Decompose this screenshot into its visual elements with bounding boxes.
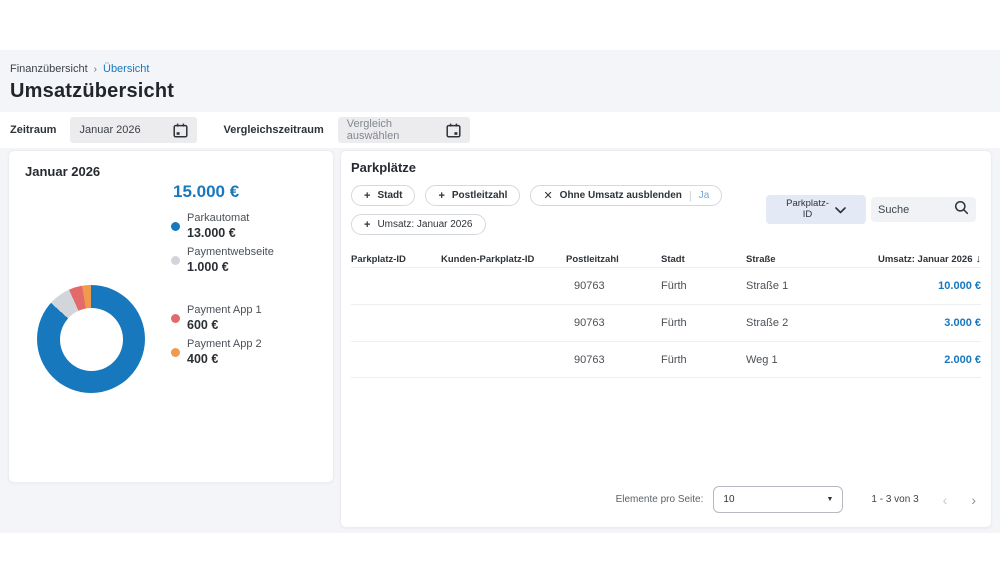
chip-divider: |: [689, 190, 692, 202]
parkplatz-id-dropdown[interactable]: Parkplatz- ID: [766, 195, 866, 224]
vergleichszeitraum-label: Vergleichszeitraum: [223, 124, 323, 136]
page-size-label: Elemente pro Seite:: [616, 494, 704, 505]
filter-chips: + Stadt + Postleitzahl ✕ Ohne Umsatz aus…: [351, 185, 771, 235]
previous-page-icon[interactable]: ‹: [943, 493, 948, 507]
table-header-row: Parkplatz-ID Kunden-Parkplatz-ID Postlei…: [351, 251, 981, 267]
legend-value: 1.000 €: [187, 259, 274, 275]
legend-dot-icon: [171, 314, 180, 323]
pagination: Elemente pro Seite: 10 ▼ 1 - 3 von 3 ‹ ›: [616, 486, 976, 513]
chip-state-value: Ja: [699, 190, 710, 201]
col-header-strasse[interactable]: Straße: [746, 254, 831, 265]
chip-add-stadt[interactable]: + Stadt: [351, 185, 415, 206]
legend-label: Payment App 1: [187, 303, 274, 317]
chip-label: Umsatz: Januar 2026: [377, 219, 472, 230]
legend-item-paymentwebseite: Paymentwebseite 1.000 €: [171, 245, 274, 275]
legend-dot-icon: [171, 222, 180, 231]
caret-down-icon: ▼: [826, 496, 833, 503]
chevron-down-icon: [835, 201, 846, 219]
legend-value: 400 €: [187, 351, 274, 367]
legend-label: Parkautomat: [187, 211, 274, 225]
table-row[interactable]: 90763 Fürth Weg 1 2.000 €: [351, 341, 981, 378]
cell-umsatz: 3.000 €: [831, 317, 981, 329]
calendar-icon: [173, 123, 188, 138]
legend-dot-icon: [171, 256, 180, 265]
table-controls: Parkplatz- ID: [766, 195, 976, 224]
legend-label: Payment App 2: [187, 337, 274, 351]
chip-label: Stadt: [377, 190, 402, 201]
cell-postleitzahl: 90763: [566, 280, 661, 292]
cell-postleitzahl: 90763: [566, 354, 661, 366]
plus-icon: +: [364, 190, 370, 202]
plus-icon: +: [364, 219, 370, 231]
page-size-select[interactable]: 10 ▼: [713, 486, 843, 513]
table-row[interactable]: 90763 Fürth Straße 2 3.000 €: [351, 304, 981, 341]
col-header-parkplatz-id[interactable]: Parkplatz-ID: [351, 254, 441, 265]
parkplaetze-card: Parkplätze + Stadt + Postleitzahl ✕ Ohne…: [340, 150, 992, 528]
content-area: Finanzübersicht › Übersicht Umsatzübersi…: [0, 50, 1000, 533]
chip-ohne-umsatz-ausblenden[interactable]: ✕ Ohne Umsatz ausblenden | Ja: [530, 185, 722, 206]
page-size-value: 10: [723, 494, 734, 505]
dropdown-label-line1: Parkplatz-: [786, 199, 829, 210]
parkplaetze-title: Parkplätze: [351, 160, 416, 175]
chip-add-postleitzahl[interactable]: + Postleitzahl: [425, 185, 520, 206]
zeitraum-date-picker[interactable]: Januar 2026: [70, 117, 197, 143]
page-title: Umsatzübersicht: [10, 80, 990, 103]
col-header-umsatz[interactable]: Umsatz: Januar 2026 ↓: [831, 253, 981, 265]
legend-value: 600 €: [187, 317, 274, 333]
page-header: Finanzübersicht › Übersicht Umsatzübersi…: [0, 50, 1000, 103]
plus-icon: +: [438, 190, 444, 202]
summary-total-value: 15.000 €: [173, 182, 239, 202]
zeitraum-value: Januar 2026: [79, 124, 140, 136]
cell-postleitzahl: 90763: [566, 317, 661, 329]
legend-item-payment-app-1: Payment App 1 600 €: [171, 303, 274, 333]
cell-stadt: Fürth: [661, 280, 746, 292]
sort-desc-icon[interactable]: ↓: [976, 253, 982, 265]
col-header-postleitzahl[interactable]: Postleitzahl: [566, 254, 661, 265]
cell-strasse: Straße 1: [746, 280, 831, 292]
calendar-icon: [446, 123, 461, 138]
legend-item-parkautomat: Parkautomat 13.000 €: [171, 211, 274, 241]
summary-period-title: Januar 2026: [25, 164, 100, 179]
cell-umsatz: 2.000 €: [831, 354, 981, 366]
search-box: [871, 197, 976, 222]
chip-add-umsatz-zeitraum[interactable]: + Umsatz: Januar 2026: [351, 214, 486, 235]
cell-strasse: Weg 1: [746, 354, 831, 366]
chip-label: Postleitzahl: [452, 190, 508, 201]
vergleich-placeholder: Vergleich auswählen: [347, 118, 438, 142]
legend-dot-icon: [171, 348, 180, 357]
col-header-stadt[interactable]: Stadt: [661, 254, 746, 265]
next-page-icon[interactable]: ›: [971, 493, 976, 507]
breadcrumb-separator-icon: ›: [94, 64, 97, 75]
donut-chart[interactable]: [37, 285, 145, 393]
chip-label: Ohne Umsatz ausblenden: [560, 190, 682, 201]
close-icon: ✕: [543, 189, 552, 202]
cell-umsatz: 10.000 €: [831, 280, 981, 292]
vergleichszeitraum-date-picker[interactable]: Vergleich auswählen: [338, 117, 470, 143]
revenue-summary-card: Januar 2026 15.000 € Parkautomat 13.000 …: [8, 150, 334, 483]
breadcrumb-uebersicht[interactable]: Übersicht: [103, 63, 149, 75]
breadcrumb-finanzuebersicht[interactable]: Finanzübersicht: [10, 63, 88, 75]
col-header-kunden-parkplatz-id[interactable]: Kunden-Parkplatz-ID: [441, 254, 566, 265]
legend-label: Paymentwebseite: [187, 245, 274, 259]
search-icon: [954, 200, 969, 220]
cell-stadt: Fürth: [661, 317, 746, 329]
search-input[interactable]: [878, 204, 950, 216]
pagination-range: 1 - 3 von 3: [871, 494, 918, 505]
cell-stadt: Fürth: [661, 354, 746, 366]
breadcrumb: Finanzübersicht › Übersicht: [10, 63, 990, 75]
chart-legend: Parkautomat 13.000 € Paymentwebseite 1.0…: [171, 211, 274, 371]
cell-strasse: Straße 2: [746, 317, 831, 329]
dropdown-label-line2: ID: [786, 210, 829, 221]
filter-bar: Zeitraum Januar 2026 Vergleichszeitraum …: [0, 112, 1000, 148]
donut-hole: [60, 308, 123, 371]
legend-item-payment-app-2: Payment App 2 400 €: [171, 337, 274, 367]
parkplaetze-table: Parkplatz-ID Kunden-Parkplatz-ID Postlei…: [351, 251, 981, 378]
zeitraum-label: Zeitraum: [10, 124, 56, 136]
table-row[interactable]: 90763 Fürth Straße 1 10.000 €: [351, 267, 981, 304]
legend-value: 13.000 €: [187, 225, 274, 241]
